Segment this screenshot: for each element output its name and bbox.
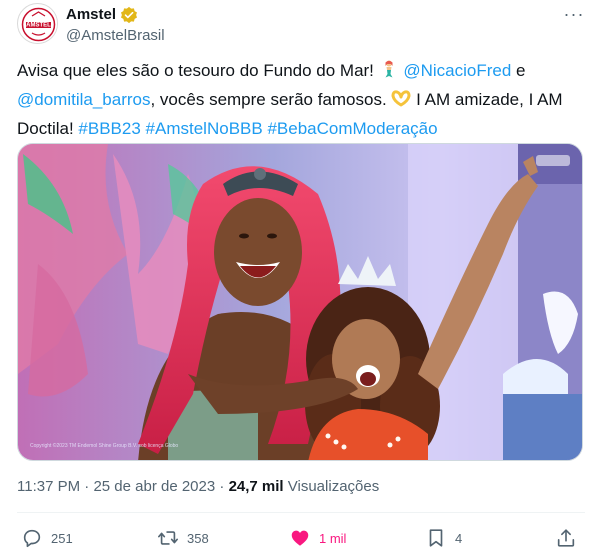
tweet-meta: 11:37 PM · 25 de abr de 2023 · 24,7 mil … <box>17 478 379 495</box>
avatar-logo-text: AMSTEL <box>26 23 51 29</box>
mention-link[interactable]: @domitila_barros <box>17 90 150 109</box>
more-options-icon[interactable]: ··· <box>561 3 587 29</box>
display-name[interactable]: Amstel <box>66 6 116 23</box>
hashtag-link[interactable]: #BBB23 <box>78 119 140 138</box>
views-count: 24,7 mil <box>228 478 284 495</box>
tweet-time[interactable]: 11:37 PM <box>17 478 80 495</box>
tweet-text-part: , vocês sempre serão famosos. <box>150 90 392 109</box>
hashtag-link[interactable]: #AmstelNoBBB <box>146 119 263 138</box>
bookmark-count: 4 <box>455 530 463 546</box>
tweet-media-image[interactable]: Copyright ©2023 TM Endemol Shine Group B… <box>17 143 583 461</box>
share-button[interactable] <box>555 524 577 552</box>
media-copyright-watermark: Copyright ©2023 TM Endemol Shine Group B… <box>30 443 179 449</box>
repost-icon <box>158 531 178 545</box>
tweet-text-part: e <box>511 61 526 80</box>
tweet-date[interactable]: 25 de abr de 2023 <box>93 478 215 495</box>
handle[interactable]: @AmstelBrasil <box>66 27 165 44</box>
broadcaster-logo-icon <box>536 155 570 166</box>
reply-count: 251 <box>51 530 73 546</box>
repost-button[interactable]: 358 <box>157 524 209 552</box>
reply-button[interactable]: 251 <box>21 524 73 552</box>
meta-separator: · <box>215 478 229 495</box>
repost-count: 358 <box>187 530 209 546</box>
heart-filled-icon <box>291 530 309 546</box>
divider <box>17 512 585 513</box>
hashtag-link[interactable]: #BebaComModeração <box>267 119 437 138</box>
meta-separator: · <box>80 478 94 495</box>
like-button[interactable]: 1 mil <box>289 524 346 552</box>
like-count: 1 mil <box>319 530 347 546</box>
verified-badge-icon[interactable] <box>120 6 138 24</box>
mention-link[interactable]: @NicacioFred <box>403 61 511 80</box>
reply-icon <box>23 529 41 548</box>
tweet-header: AMSTEL Amstel @AmstelBrasil ··· <box>17 3 587 47</box>
tweet-text: Avisa que eles são o tesouro do Fundo do… <box>17 58 577 142</box>
bookmark-icon <box>429 529 443 547</box>
avatar[interactable]: AMSTEL <box>17 3 58 44</box>
views-label: Visualizações <box>283 478 380 495</box>
heart-hands-emoji-icon <box>391 88 411 116</box>
share-icon <box>557 529 575 547</box>
tweet-text-part: Avisa que eles são o tesouro do Fundo do… <box>17 61 379 80</box>
mermaid-emoji-icon <box>379 59 399 87</box>
tweet-actions: 251 358 1 mil 4 <box>17 524 583 552</box>
bookmark-button[interactable]: 4 <box>425 524 462 552</box>
